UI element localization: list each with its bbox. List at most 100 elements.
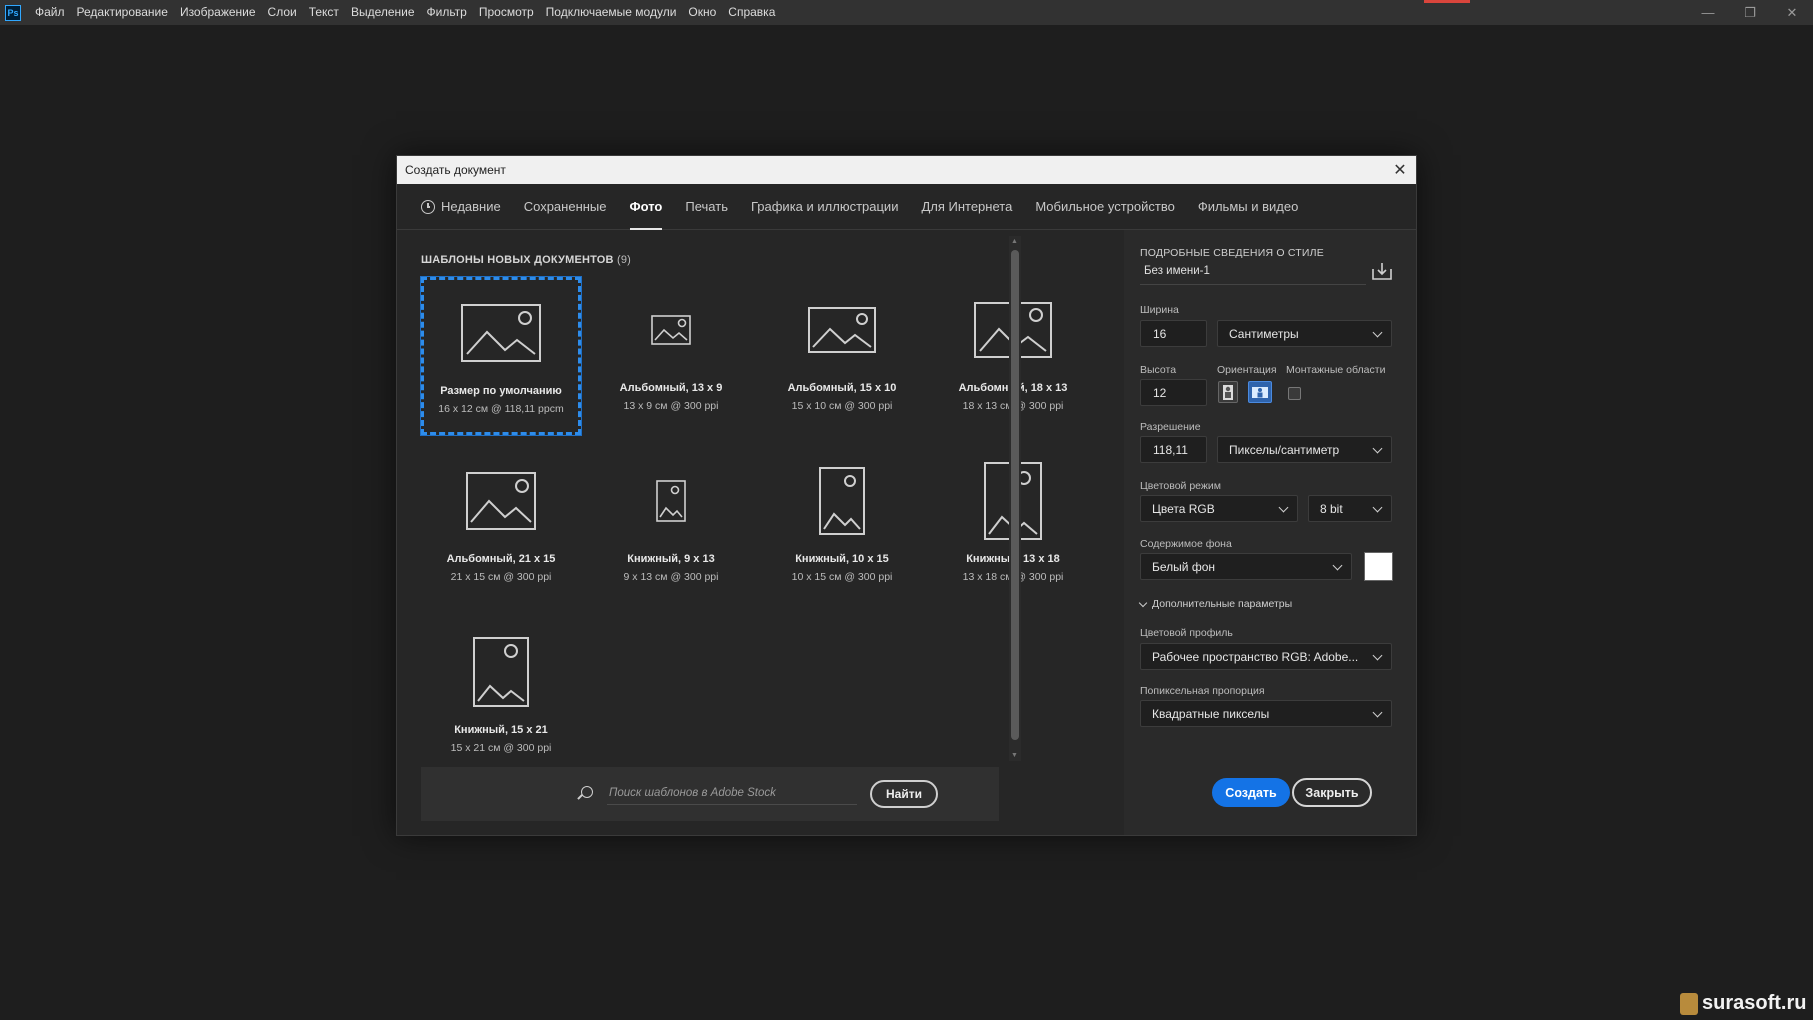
template-name: Альбомный, 15 x 10 (787, 382, 897, 394)
portrait-orientation-button[interactable] (1218, 381, 1238, 403)
resolution-unit-select[interactable]: Пикселы/сантиметр (1217, 436, 1392, 463)
clock-icon (421, 199, 435, 214)
background-label: Содержимое фона (1140, 538, 1232, 550)
chevron-down-icon (1332, 560, 1343, 571)
background-value: Белый фон (1152, 559, 1215, 574)
window-close-icon[interactable]: ✕ (1771, 0, 1813, 25)
width-input[interactable]: 16 (1140, 320, 1207, 347)
menu-type[interactable]: Текст (303, 0, 345, 25)
restore-icon[interactable]: ❐ (1729, 0, 1771, 25)
background-color-swatch[interactable] (1364, 552, 1393, 581)
color-mode-value: Цвета RGB (1152, 501, 1215, 516)
tab-saved[interactable]: Сохраненные (524, 184, 607, 230)
menu-help[interactable]: Справка (722, 0, 781, 25)
stock-search-input[interactable] (607, 781, 857, 805)
create-button[interactable]: Создать (1212, 778, 1290, 807)
resolution-input[interactable]: 118,11 (1140, 436, 1207, 463)
chevron-down-icon (1372, 502, 1383, 513)
tab-photo[interactable]: Фото (629, 184, 662, 230)
document-name-field[interactable]: Без имени-1 (1140, 259, 1366, 285)
template-dims: 15 x 21 см @ 300 ppi (450, 742, 552, 754)
template-landscape-13x9[interactable]: Альбомный, 13 x 9 13 x 9 см @ 300 ppi (591, 277, 751, 435)
tab-mobile[interactable]: Мобильное устройство (1035, 184, 1175, 230)
category-tabs: Недавние Сохраненные Фото Печать Графика… (397, 184, 1416, 230)
template-name: Альбомный, 21 x 15 (446, 553, 556, 565)
template-default[interactable]: Размер по умолчанию 16 x 12 см @ 118,11 … (420, 276, 582, 436)
minimize-icon[interactable]: — (1687, 0, 1729, 25)
tab-web[interactable]: Для Интернета (921, 184, 1012, 230)
menu-edit[interactable]: Редактирование (71, 0, 174, 25)
portrait-person-icon (1223, 385, 1233, 400)
background-select[interactable]: Белый фон (1140, 553, 1352, 580)
menubar: Ps Файл Редактирование Изображение Слои … (0, 0, 1813, 25)
scroll-thumb[interactable] (1011, 250, 1019, 740)
chevron-down-icon (1372, 443, 1383, 454)
menu-layers[interactable]: Слои (262, 0, 303, 25)
orientation-label: Ориентация (1217, 364, 1277, 376)
landscape-image-icon (421, 448, 581, 553)
menu-view[interactable]: Просмотр (473, 0, 540, 25)
menu-window[interactable]: Окно (682, 0, 722, 25)
scroll-up-icon[interactable]: ▲ (1011, 238, 1018, 245)
chevron-down-icon (1278, 502, 1289, 513)
template-dims: 10 x 15 см @ 300 ppi (791, 571, 893, 583)
menu-select[interactable]: Выделение (345, 0, 421, 25)
chevron-down-icon (1372, 327, 1383, 338)
menu-plugins[interactable]: Подключаемые модули (540, 0, 683, 25)
close-button[interactable]: Закрыть (1292, 778, 1372, 807)
template-portrait-10x15[interactable]: Книжный, 10 x 15 10 x 15 см @ 300 ppi (762, 448, 922, 606)
stock-search-bar: Найти (421, 767, 999, 821)
width-label: Ширина (1140, 304, 1179, 316)
template-landscape-15x10[interactable]: Альбомный, 15 x 10 15 x 10 см @ 300 ppi (762, 277, 922, 435)
landscape-person-icon (1252, 387, 1268, 398)
templates-count: (9) (616, 254, 632, 266)
details-heading: ПОДРОБНЫЕ СВЕДЕНИЯ О СТИЛЕ (1140, 247, 1324, 259)
scroll-down-icon[interactable]: ▼ (1011, 752, 1018, 759)
color-profile-select[interactable]: Рабочее пространство RGB: Adobe... (1140, 643, 1392, 670)
watermark: surasoft.ru (1680, 992, 1806, 1015)
pixel-aspect-label: Попиксельная пропорция (1140, 685, 1265, 697)
new-document-dialog: Создать документ ✕ Недавние Сохраненные … (396, 155, 1417, 836)
height-input[interactable]: 12 (1140, 379, 1207, 406)
artboards-label: Монтажные области (1286, 364, 1386, 376)
template-portrait-15x21[interactable]: Книжный, 15 x 21 15 x 21 см @ 300 ppi (421, 619, 581, 777)
pixel-aspect-select[interactable]: Квадратные пикселы (1140, 700, 1392, 727)
save-preset-icon[interactable] (1372, 262, 1392, 280)
portrait-image-icon (591, 448, 751, 553)
artboards-checkbox[interactable] (1288, 387, 1301, 400)
landscape-image-icon (424, 280, 578, 385)
color-mode-select[interactable]: Цвета RGB (1140, 495, 1298, 522)
template-name: Альбомный, 13 x 9 (619, 382, 723, 394)
advanced-options-toggle[interactable]: Дополнительные параметры (1138, 598, 1292, 610)
watermark-logo-icon (1680, 992, 1698, 1015)
tab-recent[interactable]: Недавние (421, 184, 501, 230)
template-name: Книжный, 9 x 13 (627, 553, 715, 565)
template-dims: 13 x 9 см @ 300 ppi (623, 400, 719, 412)
menu-file[interactable]: Файл (29, 0, 71, 25)
templates-scrollbar[interactable]: ▲ ▼ (1009, 236, 1021, 761)
templates-heading: ШАБЛОНЫ НОВЫХ ДОКУМЕНТОВ (9) (421, 254, 632, 266)
landscape-orientation-button[interactable] (1248, 381, 1272, 403)
bit-depth-value: 8 bit (1320, 501, 1343, 516)
tab-art-illustration[interactable]: Графика и иллюстрации (751, 184, 898, 230)
landscape-image-icon (591, 277, 751, 382)
template-portrait-9x13[interactable]: Книжный, 9 x 13 9 x 13 см @ 300 ppi (591, 448, 751, 606)
bit-depth-select[interactable]: 8 bit (1308, 495, 1392, 522)
template-dims: 21 x 15 см @ 300 ppi (450, 571, 552, 583)
tab-film-video[interactable]: Фильмы и видео (1198, 184, 1298, 230)
template-name: Размер по умолчанию (440, 385, 562, 397)
window-controls: — ❐ ✕ (1687, 0, 1813, 25)
photoshop-logo-icon[interactable]: Ps (5, 4, 21, 21)
template-landscape-21x15[interactable]: Альбомный, 21 x 15 21 x 15 см @ 300 ppi (421, 448, 581, 606)
width-unit-select[interactable]: Сантиметры (1217, 320, 1392, 347)
dialog-close-icon[interactable]: ✕ (1390, 160, 1410, 180)
menu-filter[interactable]: Фильтр (421, 0, 473, 25)
template-dims: 9 x 13 см @ 300 ppi (623, 571, 719, 583)
landscape-image-icon (762, 277, 922, 382)
template-name: Книжный, 15 x 21 (454, 724, 548, 736)
find-button[interactable]: Найти (870, 780, 938, 808)
menu-image[interactable]: Изображение (174, 0, 262, 25)
tab-print[interactable]: Печать (685, 184, 728, 230)
chevron-down-icon (1372, 707, 1383, 718)
portrait-image-icon (762, 448, 922, 553)
